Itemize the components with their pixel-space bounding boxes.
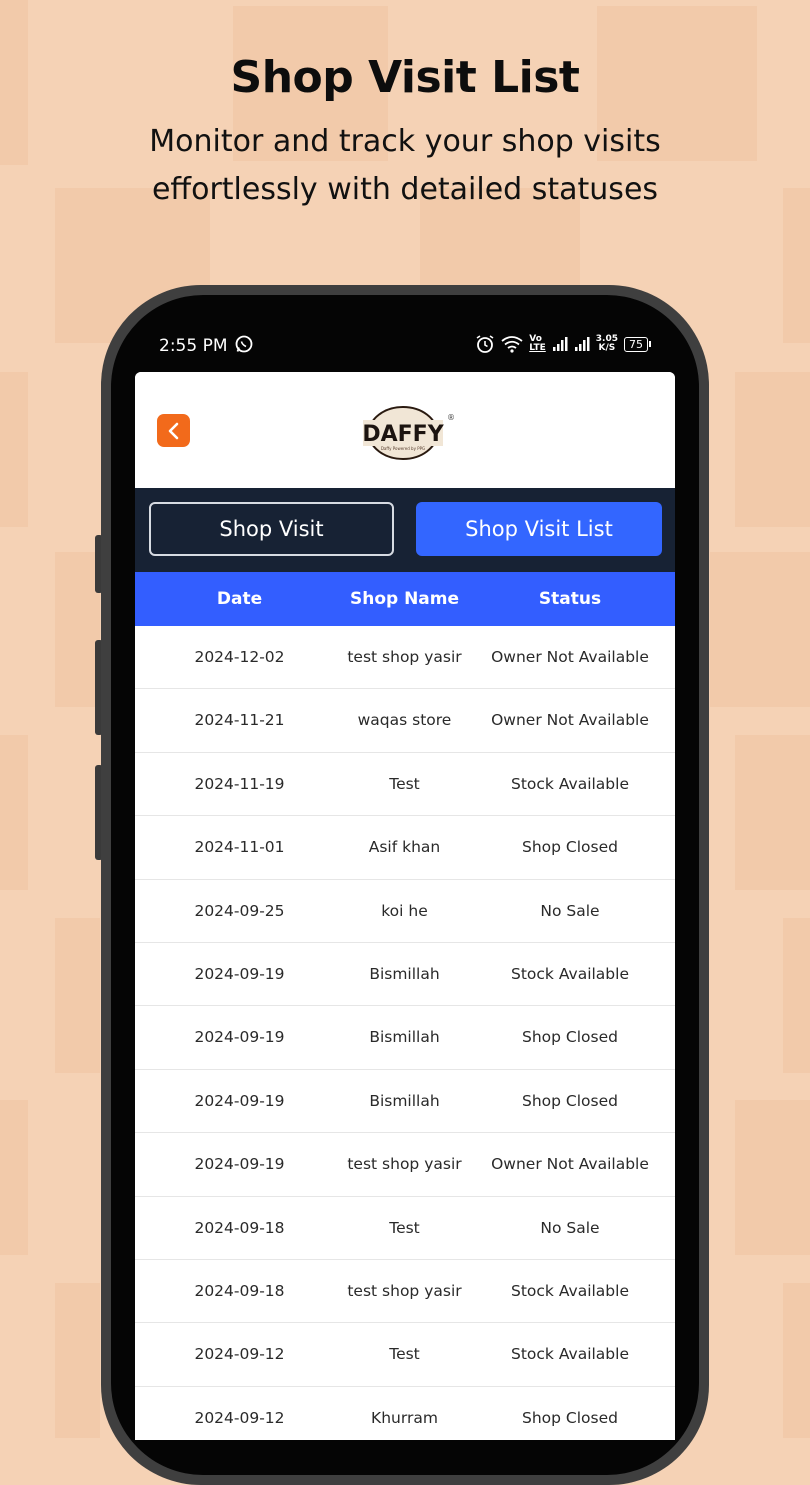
cell-date: 2024-12-02 xyxy=(194,648,285,666)
cell-date: 2024-09-12 xyxy=(194,1408,285,1427)
cell-date: 2024-09-19 xyxy=(194,1091,285,1110)
cell-date: 2024-09-19 xyxy=(194,1028,285,1047)
cell-shop-name: Khurram xyxy=(371,1408,438,1427)
network-speed-unit: K/S xyxy=(598,343,616,353)
cell-shop-name: Bismillah xyxy=(369,964,440,983)
logo-text: DAFFY xyxy=(363,422,445,447)
table-row[interactable]: 2024-11-21 waqas store Owner Not Available xyxy=(135,689,675,753)
network-speed: 3.05 K/S xyxy=(596,335,618,353)
volte-indicator: Vo LTE xyxy=(529,335,546,353)
cell-date: 2024-09-18 xyxy=(194,1218,285,1237)
promo-subtitle: Monitor and track your shop visits effor… xyxy=(149,124,661,207)
table-row[interactable]: 2024-09-12 Test Stock Available xyxy=(135,1323,675,1387)
cell-status: Owner Not Available xyxy=(491,648,649,666)
cell-status: Stock Available xyxy=(511,964,629,983)
daffy-logo: DAFFY Daffy Powered by PPG ® xyxy=(363,406,455,460)
table-header: Date Shop Name Status xyxy=(135,572,675,626)
cell-status: Shop Closed xyxy=(522,1091,618,1110)
table-row[interactable]: 2024-09-25 koi he No Sale xyxy=(135,880,675,943)
cell-shop-name: test shop yasir xyxy=(347,648,462,666)
tab-bar: Shop Visit Shop Visit List xyxy=(135,488,675,572)
cell-date: 2024-11-19 xyxy=(194,774,285,793)
tab-shop-visit[interactable]: Shop Visit xyxy=(149,502,394,556)
table-row[interactable]: 2024-11-01 Asif khan Shop Closed xyxy=(135,816,675,880)
volte-bottom: LTE xyxy=(529,343,546,353)
promo-title: Shop Visit List xyxy=(230,52,580,103)
cell-shop-name: Test xyxy=(389,774,420,793)
cell-date: 2024-09-12 xyxy=(194,1345,285,1364)
cell-shop-name: test shop yasir xyxy=(347,1155,462,1174)
table-row[interactable]: 2024-09-19 Bismillah Stock Available xyxy=(135,943,675,1007)
cell-shop-name: test shop yasir xyxy=(347,1281,462,1300)
signal-icon xyxy=(552,337,568,351)
table-row[interactable]: 2024-09-19 Bismillah Shop Closed xyxy=(135,1070,675,1134)
table-row[interactable]: 2024-09-19 Bismillah Shop Closed xyxy=(135,1006,675,1070)
cell-shop-name: koi he xyxy=(381,901,428,920)
chevron-left-icon xyxy=(168,422,178,439)
wifi-icon xyxy=(501,336,523,353)
alarm-icon xyxy=(476,335,494,353)
cell-shop-name: Test xyxy=(389,1345,420,1364)
cell-shop-name: Asif khan xyxy=(368,838,441,857)
cell-status: Stock Available xyxy=(511,1345,629,1364)
tab-shop-visit-list[interactable]: Shop Visit List xyxy=(416,502,662,556)
cell-shop-name: waqas store xyxy=(357,711,452,730)
cell-status: Shop Closed xyxy=(522,838,618,857)
cell-date: 2024-11-21 xyxy=(194,711,285,730)
cell-status: No Sale xyxy=(540,1218,600,1237)
whatsapp-icon xyxy=(235,335,253,353)
cell-status: No Sale xyxy=(540,901,600,920)
table-row[interactable]: 2024-12-02 test shop yasir Owner Not Avail… xyxy=(135,626,675,690)
table-row[interactable]: 2024-09-18 test shop yasir Stock Available xyxy=(135,1260,675,1324)
cell-status: Owner Not Available xyxy=(491,711,649,730)
table-row[interactable]: 2024-09-18 Test No Sale xyxy=(135,1197,675,1260)
back-button[interactable] xyxy=(157,414,190,447)
column-header-status: Status xyxy=(538,589,602,609)
column-header-shop-name: Shop Name xyxy=(349,589,460,609)
cell-status: Owner Not Available xyxy=(491,1155,649,1174)
cell-shop-name: Test xyxy=(389,1218,420,1237)
cell-date: 2024-09-18 xyxy=(194,1281,285,1300)
cell-date: 2024-11-01 xyxy=(194,838,285,857)
logo-subtext: Daffy Powered by PPG xyxy=(381,446,425,451)
cell-status: Shop Closed xyxy=(522,1028,618,1047)
battery-level: 75 xyxy=(624,336,648,352)
cell-date: 2024-09-19 xyxy=(194,964,285,983)
column-header-date: Date xyxy=(216,589,263,609)
battery-icon: 75 xyxy=(624,336,651,352)
cell-date: 2024-09-25 xyxy=(194,901,285,920)
visit-list: 2024-12-02 test shop yasir Owner Not Avail… xyxy=(135,626,675,1440)
cell-shop-name: Bismillah xyxy=(369,1028,440,1047)
status-bar: 2:55 PM Vo LTE 3.05 K/S 75 xyxy=(135,328,675,364)
logo-registered-mark: ® xyxy=(447,413,455,422)
table-row[interactable]: 2024-09-19 test shop yasir Owner Not Avail… xyxy=(135,1133,675,1197)
status-time: 2:55 PM xyxy=(159,336,228,356)
app-screen: DAFFY Daffy Powered by PPG ® Shop Visit … xyxy=(135,372,675,1440)
cell-status: Stock Available xyxy=(511,774,629,793)
signal-icon xyxy=(574,337,590,351)
table-row[interactable]: 2024-11-19 Test Stock Available xyxy=(135,753,675,817)
cell-date: 2024-09-19 xyxy=(194,1155,285,1174)
cell-status: Shop Closed xyxy=(522,1408,618,1427)
table-row[interactable]: 2024-09-12 Khurram Shop Closed xyxy=(135,1387,675,1440)
cell-status: Stock Available xyxy=(511,1281,629,1300)
app-header: DAFFY Daffy Powered by PPG ® xyxy=(135,372,675,488)
cell-shop-name: Bismillah xyxy=(369,1091,440,1110)
